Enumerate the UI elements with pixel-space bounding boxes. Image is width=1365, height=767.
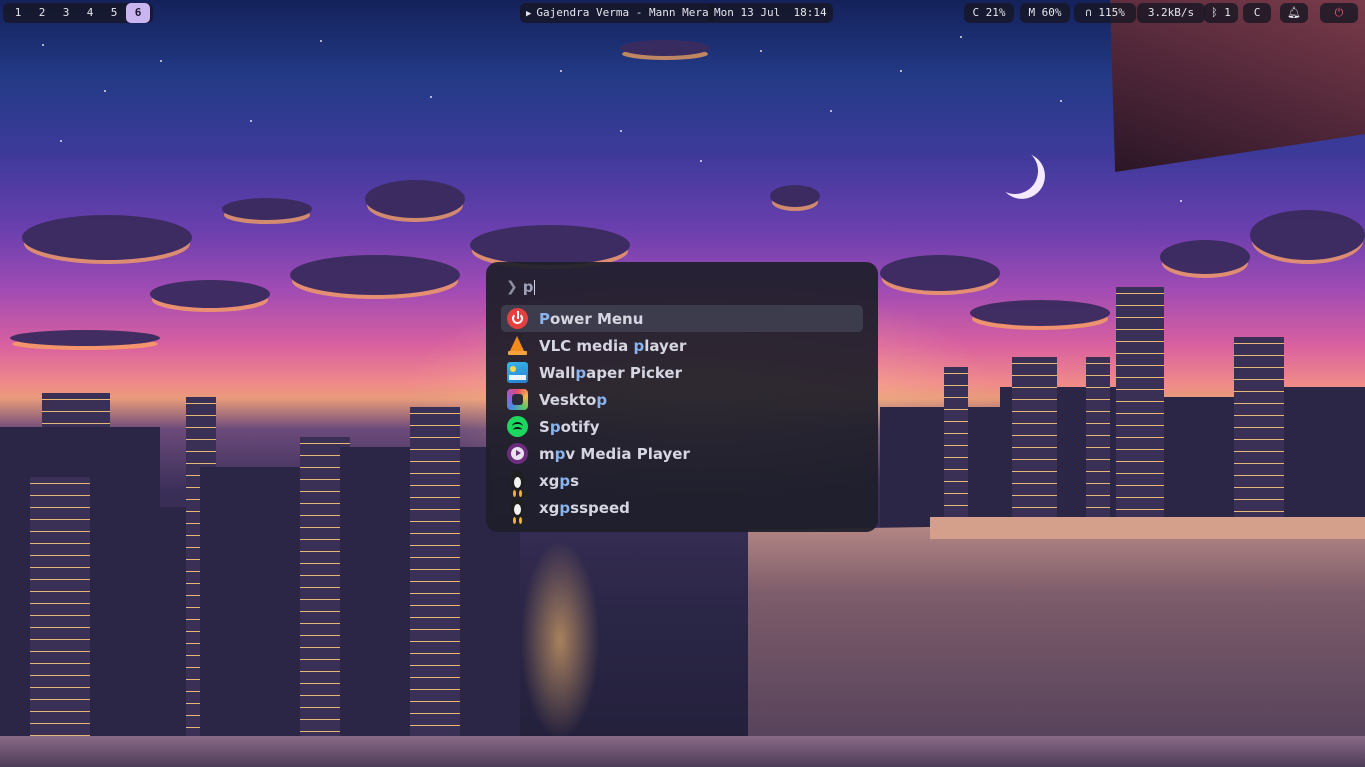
power-icon[interactable]: ⏻	[1320, 3, 1358, 23]
workspace-5[interactable]: 5	[102, 3, 126, 23]
bell-icon[interactable]: 🔔︎	[1280, 3, 1308, 23]
vesktop-icon	[507, 389, 528, 410]
caffeine-toggle[interactable]: C	[1243, 3, 1271, 23]
volume-widget[interactable]: ∩ 115%	[1074, 3, 1136, 23]
result-label: mpv Media Player	[539, 444, 690, 463]
wallpaper-picker-icon	[507, 362, 528, 383]
result-wallpaper-picker[interactable]: Wallpaper Picker	[501, 359, 863, 386]
bluetooth-icon: ᛒ	[1211, 6, 1218, 19]
headphones-icon: ∩	[1085, 6, 1092, 19]
result-vesktop[interactable]: Vesktop	[501, 386, 863, 413]
volume-level: 115%	[1098, 6, 1125, 19]
result-xgps[interactable]: xgps	[501, 467, 863, 494]
tux-icon	[507, 470, 528, 491]
power-icon	[507, 308, 528, 329]
search-row[interactable]: ❯ p	[506, 277, 536, 297]
result-label: Wallpaper Picker	[539, 363, 682, 382]
workspace-2[interactable]: 2	[30, 3, 54, 23]
parapet	[0, 736, 1365, 767]
media-widget[interactable]: ▶ Gajendra Verma - Mann Mera	[520, 3, 715, 23]
workspace-6[interactable]: 6	[126, 3, 150, 23]
play-icon[interactable]: ▶	[526, 4, 531, 24]
spotify-icon	[507, 416, 528, 437]
vlc-cone-icon	[507, 335, 528, 356]
result-power-menu[interactable]: Power Menu	[501, 305, 863, 332]
result-label: Power Menu	[539, 309, 644, 328]
workspace-3[interactable]: 3	[54, 3, 78, 23]
rooftop-ledge	[748, 520, 1365, 767]
app-launcher: ❯ p Power Menu VLC media player Wallpape…	[486, 262, 878, 532]
result-mpv[interactable]: mpv Media Player	[501, 440, 863, 467]
result-label: Spotify	[539, 417, 600, 436]
crescent-moon	[988, 144, 1041, 197]
result-xgpsspeed[interactable]: xgpsspeed	[501, 494, 863, 521]
result-vlc[interactable]: VLC media player	[501, 332, 863, 359]
text-caret	[534, 279, 536, 295]
cpu-usage[interactable]: C 21%	[964, 3, 1014, 23]
media-title: Gajendra Verma - Mann Mera	[536, 6, 709, 19]
memory-usage[interactable]: M 60%	[1020, 3, 1070, 23]
result-label: xgps	[539, 471, 580, 490]
workspace-1[interactable]: 1	[6, 3, 30, 23]
tux-icon	[507, 497, 528, 518]
workspace-4[interactable]: 4	[78, 3, 102, 23]
clock-widget[interactable]: Mon 13 Jul 18:14	[708, 3, 833, 23]
rooftop-edge	[930, 517, 1365, 539]
top-bar: 1 2 3 4 5 6 ▶ Gajendra Verma - Mann Mera …	[0, 0, 1365, 26]
results-list: Power Menu VLC media player Wallpaper Pi…	[501, 305, 863, 521]
time: 18:14	[793, 6, 827, 19]
network-speed[interactable]: 3.2kB/s	[1137, 3, 1205, 23]
date: Mon 13 Jul	[714, 6, 781, 19]
result-label: Vesktop	[539, 390, 608, 409]
mpv-icon	[507, 443, 528, 464]
result-label: VLC media player	[539, 336, 687, 355]
chevron-right-icon: ❯	[506, 279, 518, 295]
bluetooth-count: 1	[1224, 6, 1231, 19]
result-spotify[interactable]: Spotify	[501, 413, 863, 440]
workspace-switcher: 1 2 3 4 5 6	[3, 3, 153, 23]
search-input[interactable]: p	[523, 278, 534, 296]
result-label: xgpsspeed	[539, 498, 630, 517]
bluetooth-widget[interactable]: ᛒ 1	[1204, 3, 1238, 23]
